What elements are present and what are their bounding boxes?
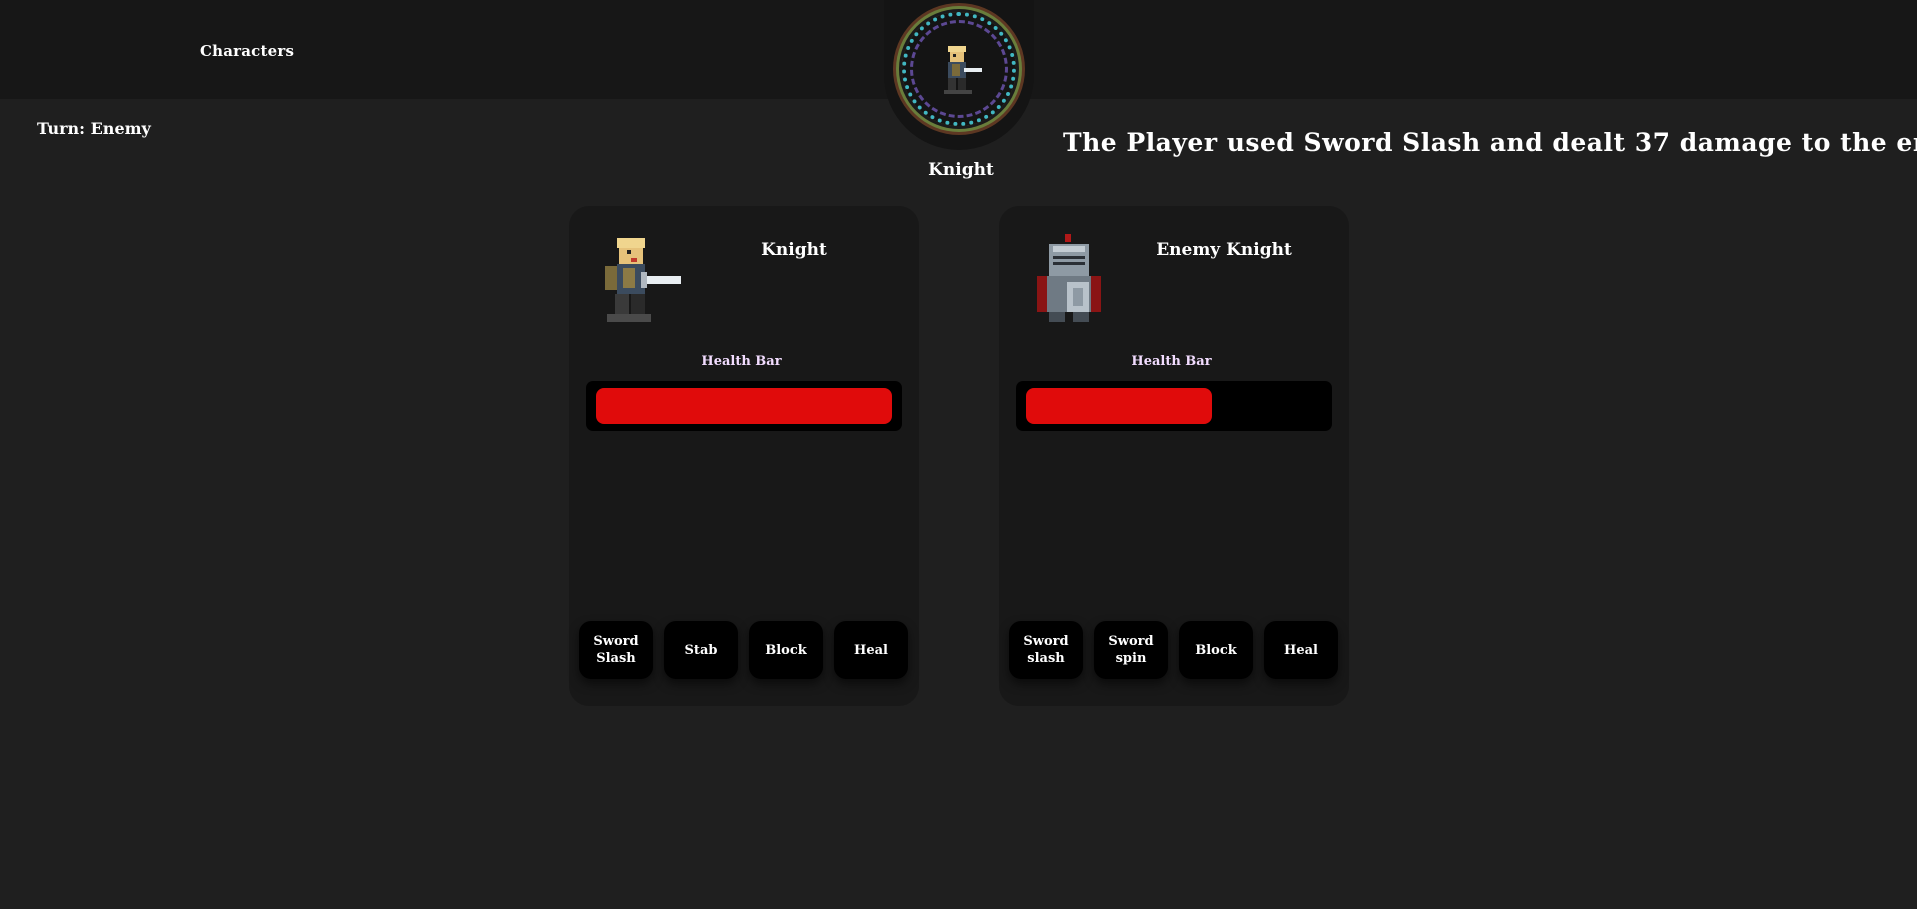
knight-sprite-icon — [605, 238, 681, 322]
enemy-health-bar — [1016, 381, 1332, 431]
active-character-name: Knight — [928, 160, 994, 180]
move-button-sword-spin[interactable]: Sword spin — [1094, 621, 1168, 679]
move-label: Stab — [684, 642, 718, 658]
move-label: Sword Slash — [593, 634, 639, 666]
move-label: Sword spin — [1108, 634, 1154, 666]
player-health-label: Health Bar — [701, 354, 782, 369]
move-button-block[interactable]: Block — [749, 621, 823, 679]
player-moves: Sword Slash Stab Block Heal — [579, 621, 909, 679]
move-button-sword-slash[interactable]: Sword slash — [1009, 621, 1083, 679]
enemy-name: Enemy Knight — [1156, 240, 1292, 260]
player-health-bar — [586, 381, 902, 431]
enemy-health-fill — [1026, 388, 1212, 424]
move-label: Block — [1195, 642, 1237, 658]
player-name: Knight — [761, 240, 827, 260]
move-button-heal[interactable]: Heal — [1264, 621, 1338, 679]
player-health-fill — [596, 388, 892, 424]
battle-log-message: The Player used Sword Slash and dealt 37… — [1063, 128, 1917, 157]
move-label: Sword slash — [1023, 634, 1069, 666]
move-label: Heal — [1284, 642, 1318, 658]
move-button-stab[interactable]: Stab — [664, 621, 738, 679]
enemy-moves: Sword slash Sword spin Block Heal — [1009, 621, 1339, 679]
turn-indicator: Turn: Enemy — [37, 119, 151, 138]
nav-link-characters[interactable]: Characters — [200, 42, 294, 60]
move-button-block[interactable]: Block — [1179, 621, 1253, 679]
move-label: Block — [765, 642, 807, 658]
knight-portrait-icon — [944, 46, 982, 94]
enemy-knight-sprite-icon — [1037, 234, 1101, 322]
move-label: Heal — [854, 642, 888, 658]
player-card: Knight Health Bar Sword Slash Stab Block… — [569, 206, 919, 706]
enemy-health-label: Health Bar — [1131, 354, 1212, 369]
move-button-sword-slash[interactable]: Sword Slash — [579, 621, 653, 679]
enemy-card: Enemy Knight Health Bar Sword slash Swor… — [999, 206, 1349, 706]
active-character-avatar[interactable] — [884, 0, 1034, 150]
move-button-heal[interactable]: Heal — [834, 621, 908, 679]
